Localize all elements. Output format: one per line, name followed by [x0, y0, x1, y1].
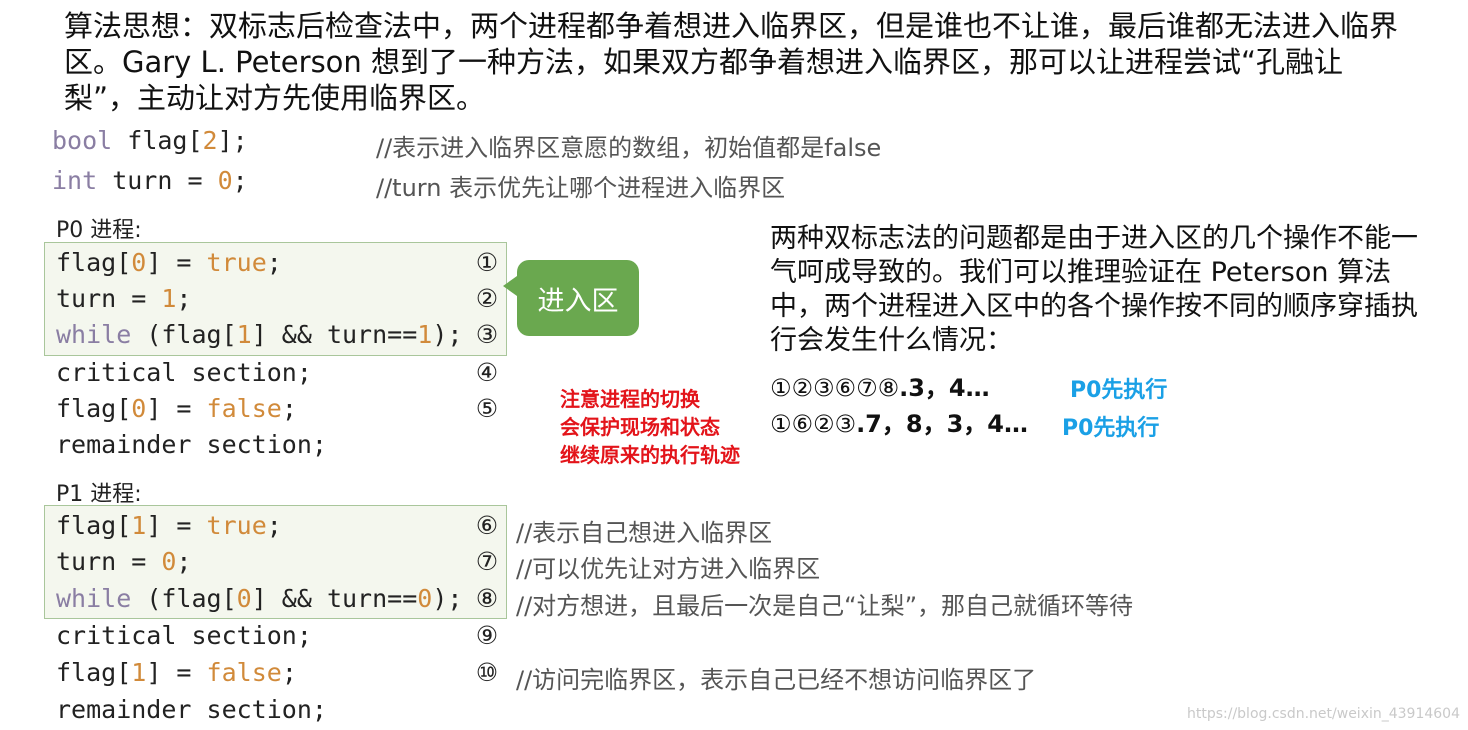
code-number: 1 — [417, 320, 433, 349]
code-number: 0 — [217, 166, 233, 195]
code-number: 0 — [236, 584, 252, 613]
code-text: ; — [266, 511, 282, 540]
step-marker-4: ④ — [475, 358, 499, 387]
decl-flag-comment: //表示进入临界区意愿的数组，初始值都是false — [376, 134, 882, 162]
sequence-2-label: P0先执行 — [1062, 416, 1160, 441]
red-note-line: 继续原来的执行轨迹 — [560, 443, 740, 467]
code-text: flag[ — [56, 658, 132, 687]
keyword: bool — [52, 126, 113, 155]
code-text: ; — [232, 166, 248, 195]
code-number: 1 — [161, 284, 177, 313]
code-number: 1 — [131, 658, 147, 687]
p1-comment-5: //访问完临界区，表示自己已经不想访问临界区了 — [516, 666, 1037, 694]
code-text: (flag[ — [131, 320, 237, 349]
code-number: 1 — [236, 320, 252, 349]
step-marker-5: ⑤ — [475, 394, 499, 423]
red-note: 注意进程的切换 会保护现场和状态 继续原来的执行轨迹 — [560, 385, 740, 469]
code-text: ] && turn== — [251, 584, 418, 613]
sequence-steps: ①⑥②③ — [770, 410, 857, 438]
code-text: ] = — [146, 511, 207, 540]
watermark: https://blog.csdn.net/weixin_43914604 — [1186, 706, 1460, 722]
code-literal: false — [206, 394, 282, 423]
p0-title: P0 进程: — [56, 218, 142, 243]
p1-line-3: while (flag[0] && turn==0); — [56, 584, 462, 613]
step-marker-8: ⑧ — [475, 584, 499, 613]
step-marker-9: ⑨ — [475, 621, 499, 650]
sequence-steps: ①②③⑥⑦⑧ — [770, 374, 900, 402]
entry-section-callout: 进入区 — [503, 260, 639, 336]
code-text: ; — [176, 284, 192, 313]
p0-line-2: turn = 1; — [56, 284, 191, 313]
code-text: ; — [281, 658, 297, 687]
p0-line-5: flag[0] = false; — [56, 394, 297, 423]
code-number: 0 — [417, 584, 433, 613]
p1-line-4: critical section; — [56, 621, 312, 650]
sequence-1: ①②③⑥⑦⑧.3，4… — [770, 368, 990, 403]
red-note-line: 会保护现场和状态 — [560, 415, 720, 439]
p1-comment-1: //表示自己想进入临界区 — [516, 519, 773, 547]
code-number: 0 — [131, 394, 147, 423]
decl-turn-comment: //turn 表示优先让哪个进程进入临界区 — [376, 174, 786, 202]
code-literal: false — [206, 658, 282, 687]
code-text: ); — [432, 320, 463, 349]
code-number: 1 — [131, 511, 147, 540]
step-marker-10: ⑩ — [475, 658, 499, 687]
code-text: ; — [281, 394, 297, 423]
p0-line-6: remainder section; — [56, 430, 327, 459]
code-text: ] = — [146, 658, 207, 687]
code-text: flag[ — [56, 511, 132, 540]
code-text: turn = — [97, 166, 218, 195]
code-text: (flag[ — [131, 584, 237, 613]
p0-line-3: while (flag[1] && turn==1); — [56, 320, 462, 349]
code-text: ; — [176, 547, 192, 576]
code-number: 0 — [161, 547, 177, 576]
code-literal: true — [206, 248, 267, 277]
code-text: flag[ — [56, 394, 132, 423]
code-text: flag[ — [56, 248, 132, 277]
decl-turn-line: int turn = 0; — [52, 166, 248, 195]
p0-line-4: critical section; — [56, 358, 312, 387]
p0-line-1: flag[0] = true; — [56, 248, 282, 277]
p1-line-2: turn = 0; — [56, 547, 191, 576]
analysis-note: 两种双标志法的问题都是由于进入区的几个操作不能一气呵成导致的。我们可以推理验证在… — [770, 223, 1418, 356]
p1-line-1: flag[1] = true; — [56, 511, 282, 540]
step-marker-3: ③ — [475, 320, 499, 349]
keyword: int — [52, 166, 98, 195]
code-text: ] = — [146, 248, 207, 277]
code-text: ] && turn== — [251, 320, 418, 349]
p1-comment-3: //对方想进，且最后一次是自己“让梨”，那自己就循环等待 — [516, 592, 1134, 620]
step-marker-2: ② — [475, 284, 499, 313]
code-literal: true — [206, 511, 267, 540]
code-text: ); — [432, 584, 463, 613]
code-text: ]; — [217, 126, 248, 155]
keyword: while — [56, 584, 132, 613]
p1-line-6: remainder section; — [56, 695, 327, 724]
decl-flag-line: bool flag[2]; — [52, 126, 248, 155]
sequence-1-label: P0先执行 — [1070, 378, 1168, 403]
code-text: ] = — [146, 394, 207, 423]
sequence-2: ①⑥②③.7，8，3，4… — [770, 404, 1028, 439]
code-text: turn = — [56, 284, 162, 313]
code-text: turn = — [56, 547, 162, 576]
keyword: while — [56, 320, 132, 349]
p1-title: P1 进程: — [56, 482, 142, 507]
sequence-tail: .3，4… — [899, 374, 990, 402]
code-number: 2 — [202, 126, 218, 155]
step-marker-7: ⑦ — [475, 547, 499, 576]
red-note-line: 注意进程的切换 — [560, 387, 700, 411]
sequence-tail: .7，8，3，4… — [856, 410, 1028, 438]
p1-comment-2: //可以优先让对方进入临界区 — [516, 555, 821, 583]
code-text: ; — [266, 248, 282, 277]
step-marker-1: ① — [475, 248, 499, 277]
code-number: 0 — [131, 248, 147, 277]
p1-line-5: flag[1] = false; — [56, 658, 297, 687]
intro-paragraph: 算法思想：双标志后检查法中，两个进程都争着想进入临界区，但是谁也不让谁，最后谁都… — [64, 9, 1399, 115]
step-marker-6: ⑥ — [475, 511, 499, 540]
code-text: flag[ — [112, 126, 203, 155]
